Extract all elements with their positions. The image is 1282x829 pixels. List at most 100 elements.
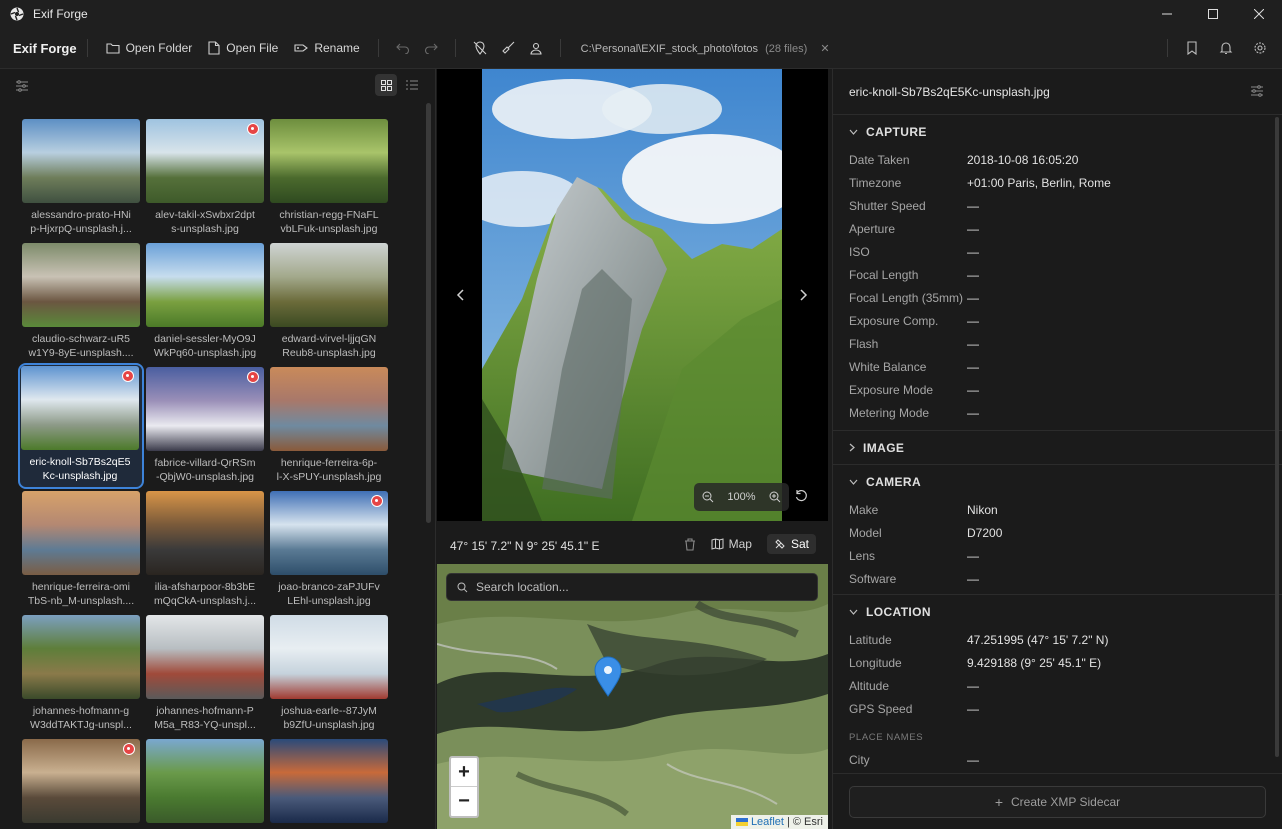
thumbnail-item[interactable]: edward-virvel-ljjqGN Reub8-unsplash.jpg (270, 243, 390, 360)
grid-view-button[interactable] (375, 74, 397, 96)
field-value[interactable]: — (967, 549, 979, 563)
thumbnail-filename: ilia-afsharpoor-8b3bE mQqCkA-unsplash.j.… (153, 581, 257, 607)
field-value[interactable]: — (967, 572, 979, 586)
metadata-row-model: Model D7200 (833, 521, 1282, 544)
field-value[interactable]: +01:00 Paris, Berlin, Rome (967, 176, 1111, 190)
zoom-level: 100% (727, 491, 756, 503)
thumbnail-item[interactable]: johannes-hofmann-P M5a_R83-YQ-unspl... (146, 615, 266, 732)
right-scrollbar[interactable] (1275, 117, 1279, 757)
settings-button[interactable] (1246, 34, 1274, 62)
toolbar-divider (377, 39, 379, 57)
field-value[interactable]: — (967, 222, 979, 236)
metadata-row-software: Software — (833, 567, 1282, 590)
metadata-row-focal-length: Focal Length — (833, 263, 1282, 286)
remove-gps-button[interactable] (466, 34, 494, 62)
thumbnail-item[interactable] (270, 739, 390, 829)
zoom-in-icon[interactable] (769, 491, 781, 503)
thumbnail-item[interactable]: ilia-afsharpoor-8b3bE mQqCkA-unsplash.j.… (146, 491, 266, 608)
open-folder-button[interactable]: Open Folder (98, 34, 201, 62)
map-mode-button[interactable]: Map (704, 534, 759, 554)
toolbar: Exif Forge Open Folder Open File Rename … (0, 28, 1282, 69)
field-value[interactable]: — (967, 406, 979, 420)
left-scrollbar[interactable] (426, 103, 431, 523)
zoom-out-icon[interactable] (702, 491, 714, 503)
thumbnail-item[interactable]: daniel-sessler-MyO9J WkPq60-unsplash.jpg (146, 243, 266, 360)
geotag-pin-icon (122, 370, 134, 382)
thumbnail-item[interactable]: henrique-ferreira-6p- l-X-sPUY-unsplash.… (270, 367, 390, 484)
location-off-icon (473, 41, 487, 55)
field-value[interactable]: 47.251995 (47° 15' 7.2" N) (967, 633, 1108, 647)
thumbnail-filename: christian-regg-FNaFL vbLFuk-unsplash.jpg (279, 209, 379, 235)
metadata-row-altitude: Altitude — (833, 674, 1282, 697)
field-value[interactable]: 9.429188 (9° 25' 45.1" E) (967, 656, 1101, 670)
leaflet-link[interactable]: Leaflet (751, 816, 784, 828)
field-value[interactable]: 2018-10-08 16:05:20 (967, 153, 1078, 167)
capture-section-header[interactable]: CAPTURE (833, 115, 1282, 148)
thumbnail-item[interactable]: christian-regg-FNaFL vbLFuk-unsplash.jpg (270, 119, 390, 236)
field-value[interactable]: — (967, 245, 979, 259)
field-label: Timezone (849, 175, 902, 190)
next-image-icon[interactable] (795, 287, 811, 303)
map-zoom-in-button[interactable]: + (451, 758, 477, 787)
maximize-button[interactable] (1190, 0, 1236, 28)
metadata-row-make: Make Nikon (833, 498, 1282, 521)
field-value[interactable]: — (967, 679, 979, 693)
map-search-bar[interactable] (446, 573, 818, 601)
rename-button[interactable]: Rename (286, 34, 367, 62)
thumbnail-item[interactable]: claudio-schwarz-uR5 w1Y9-8yE-unsplash...… (22, 243, 142, 360)
privacy-button[interactable] (522, 34, 550, 62)
map-zoom-out-button[interactable]: − (451, 787, 477, 816)
thumbnail-item[interactable]: alev-takil-xSwbxr2dpt s-unsplash.jpg (146, 119, 266, 236)
notifications-button[interactable] (1212, 34, 1240, 62)
field-value[interactable]: — (967, 199, 979, 213)
image-section-header[interactable]: IMAGE (833, 431, 1282, 464)
ukraine-flag-icon (735, 818, 748, 826)
thumbnail-item[interactable]: eric-knoll-Sb7Bs2qE5 Kc-unsplash.jpg (18, 363, 144, 489)
metadata-row-latitude: Latitude 47.251995 (47° 15' 7.2" N) (833, 628, 1282, 651)
location-search-input[interactable] (476, 580, 796, 594)
field-value[interactable]: — (967, 360, 979, 374)
close-window-button[interactable] (1236, 0, 1282, 28)
list-view-button[interactable] (401, 74, 423, 96)
bookmark-button[interactable] (1178, 34, 1206, 62)
field-value[interactable]: — (967, 291, 979, 305)
satellite-mode-button[interactable]: Sat (766, 534, 816, 554)
close-folder-icon[interactable]: ✕ (820, 43, 829, 55)
field-value[interactable]: — (967, 753, 979, 767)
thumbnail-item[interactable]: henrique-ferreira-omi TbS-nb_M-unsplash.… (22, 491, 142, 608)
field-value[interactable]: — (967, 702, 979, 716)
location-section-header[interactable]: LOCATION (833, 595, 1282, 628)
thumbnail-item[interactable] (22, 739, 142, 829)
previous-image-icon[interactable] (453, 287, 469, 303)
toolbar-divider (86, 39, 88, 57)
location-map[interactable]: + − Leaflet | © Esri (437, 564, 828, 829)
thumbnail-item[interactable]: fabrice-villard-QrRSm -QbjW0-unsplash.jp… (146, 367, 266, 484)
undo-button[interactable] (389, 34, 417, 62)
open-file-button[interactable]: Open File (200, 34, 286, 62)
thumbnail-item[interactable]: joshua-earle--87JyM b9ZfU-unsplash.jpg (270, 615, 390, 732)
field-value[interactable]: — (967, 314, 979, 328)
gear-icon (1254, 42, 1266, 54)
camera-section-header[interactable]: CAMERA (833, 465, 1282, 498)
thumbnail-image (270, 491, 388, 575)
redo-button[interactable] (417, 34, 445, 62)
clean-metadata-button[interactable] (494, 34, 522, 62)
field-label: Exposure Mode (849, 382, 934, 397)
satellite-mode-label: Sat (790, 537, 809, 551)
panel-settings-icon[interactable] (1250, 84, 1264, 98)
create-xmp-sidecar-button[interactable]: + Create XMP Sidecar (849, 786, 1266, 818)
field-value[interactable]: D7200 (967, 526, 1002, 540)
field-value[interactable]: — (967, 383, 979, 397)
thumbnail-image (146, 739, 264, 823)
thumbnail-item[interactable] (146, 739, 266, 829)
rotate-reset-icon[interactable] (794, 489, 808, 503)
thumbnail-item[interactable]: johannes-hofmann-g W3ddTAKTJg-unspl... (22, 615, 142, 732)
thumbnail-item[interactable]: alessandro-prato-HNi p-HjxrpQ-unsplash.j… (22, 119, 142, 236)
minimize-button[interactable] (1144, 0, 1190, 28)
filter-sliders-icon[interactable] (15, 80, 29, 92)
field-value[interactable]: — (967, 268, 979, 282)
field-value[interactable]: Nikon (967, 503, 998, 517)
trash-icon[interactable] (684, 537, 696, 551)
thumbnail-item[interactable]: joao-branco-zaPJUFv LEhl-unsplash.jpg (270, 491, 390, 608)
field-value[interactable]: — (967, 337, 979, 351)
